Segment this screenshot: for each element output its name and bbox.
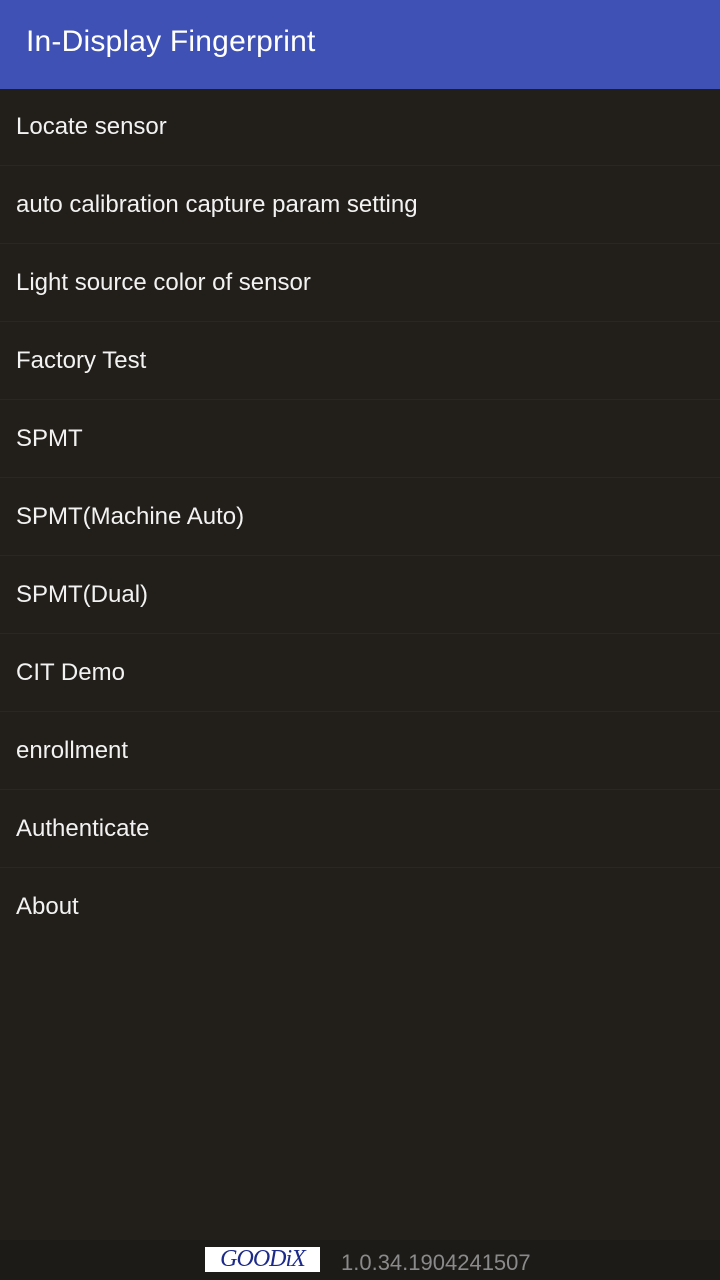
app-screen: In-Display Fingerprint Locate sensor aut… — [0, 0, 720, 1280]
logo-text: GOODiX — [220, 1246, 306, 1272]
goodix-logo: GOODiX — [205, 1247, 320, 1272]
menu-item-about[interactable]: About — [0, 868, 720, 946]
app-bar: In-Display Fingerprint — [0, 0, 720, 89]
menu-item-authenticate[interactable]: Authenticate — [0, 790, 720, 868]
version-label: 1.0.34.1904241507 — [341, 1250, 531, 1275]
menu-item-spmt-machine-auto[interactable]: SPMT(Machine Auto) — [0, 478, 720, 556]
menu-item-label: SPMT — [16, 424, 83, 452]
menu-item-label: Authenticate — [16, 814, 150, 842]
menu-item-cit-demo[interactable]: CIT Demo — [0, 634, 720, 712]
menu-item-label: Factory Test — [16, 346, 147, 374]
menu-item-label: SPMT(Dual) — [16, 580, 149, 608]
menu-item-spmt-dual[interactable]: SPMT(Dual) — [0, 556, 720, 634]
menu-item-label: auto calibration capture param setting — [16, 190, 418, 218]
menu-item-light-source-color[interactable]: Light source color of sensor — [0, 244, 720, 322]
menu-item-label: About — [16, 893, 79, 920]
menu-item-locate-sensor[interactable]: Locate sensor — [0, 89, 720, 166]
app-title: In-Display Fingerprint — [26, 24, 316, 58]
menu-item-auto-calibration[interactable]: auto calibration capture param setting — [0, 166, 720, 244]
menu-item-factory-test[interactable]: Factory Test — [0, 322, 720, 400]
menu-item-label: Light source color of sensor — [16, 268, 311, 296]
menu-item-enrollment[interactable]: enrollment — [0, 712, 720, 790]
menu-list: Locate sensor auto calibration capture p… — [0, 89, 720, 946]
menu-item-label: enrollment — [16, 736, 129, 764]
menu-item-label: CIT Demo — [16, 658, 125, 686]
menu-item-spmt[interactable]: SPMT — [0, 400, 720, 478]
footer: GOODiX 1.0.34.1904241507 — [0, 1240, 720, 1280]
menu-item-label: Locate sensor — [16, 113, 167, 140]
menu-item-label: SPMT(Machine Auto) — [16, 502, 245, 530]
